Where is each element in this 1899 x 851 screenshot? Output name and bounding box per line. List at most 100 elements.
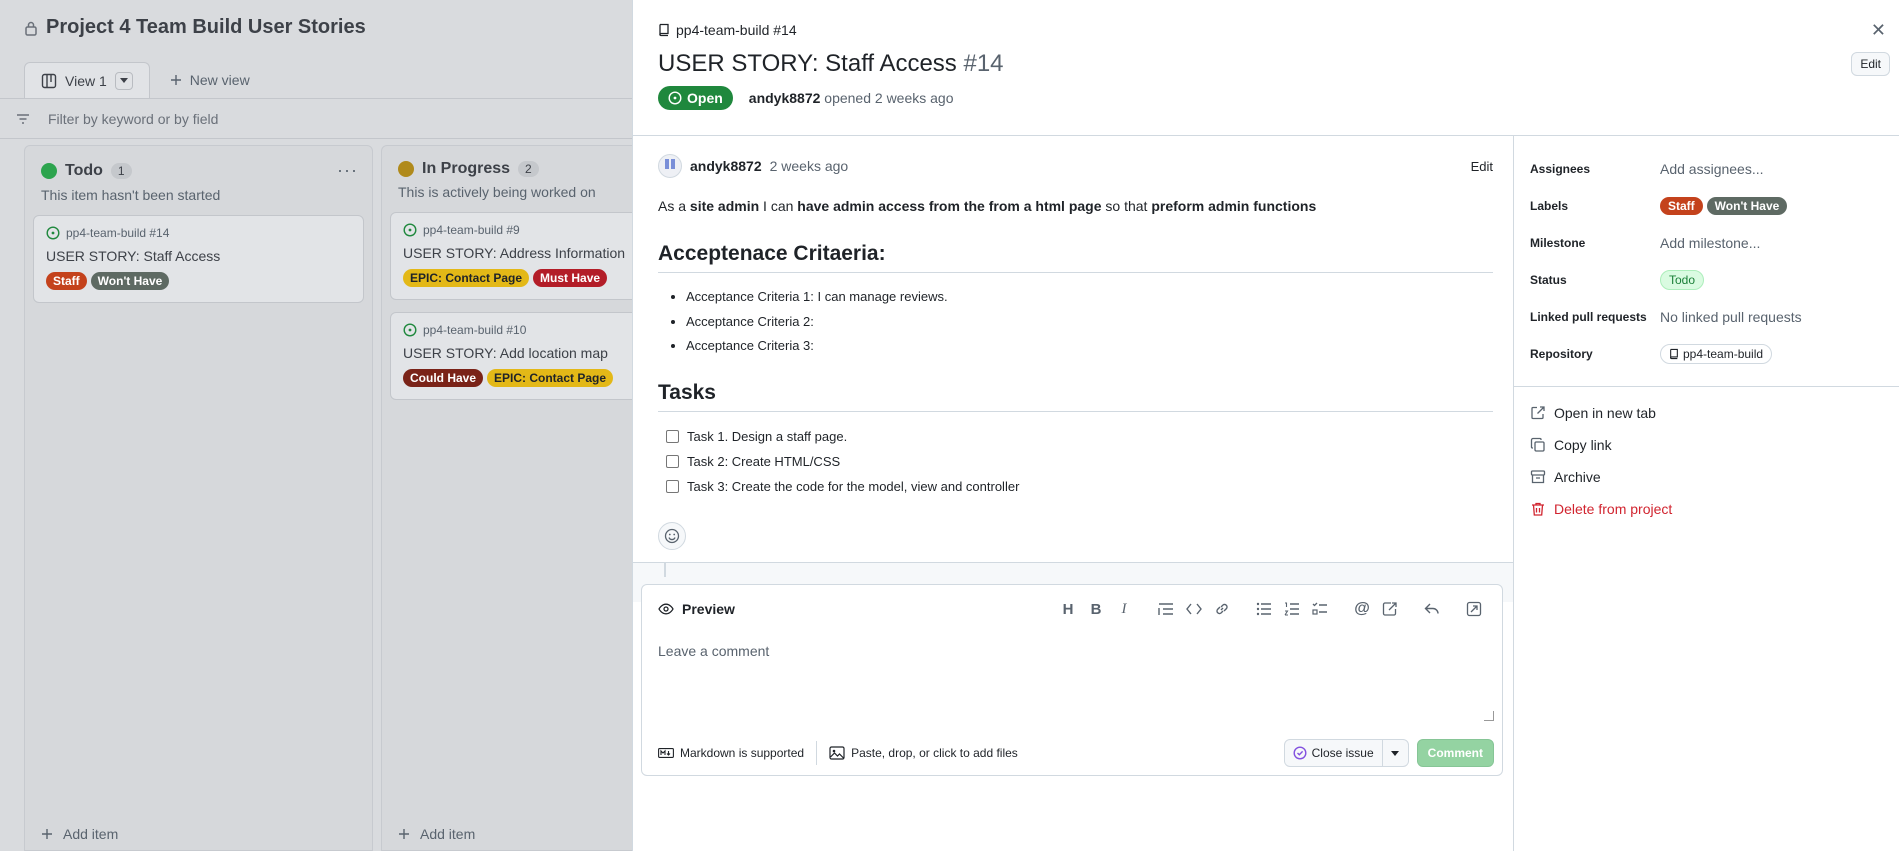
filter-input[interactable]: Filter by keyword or by field bbox=[48, 111, 218, 127]
add-item-label: Add item bbox=[420, 826, 476, 842]
column-todo: Todo 1 ··· This item hasn't been started… bbox=[24, 145, 373, 851]
field-label: Repository bbox=[1530, 346, 1593, 361]
board-card[interactable]: pp4-team-build #14 USER STORY: Staff Acc… bbox=[33, 215, 364, 303]
task-list-icon[interactable] bbox=[1306, 595, 1334, 623]
repository-value[interactable]: pp4-team-build bbox=[1660, 343, 1773, 364]
list-item: Acceptance Criteria 3: bbox=[686, 334, 1493, 359]
issue-open-icon bbox=[403, 223, 417, 237]
assignees-value[interactable]: Add assignees... bbox=[1660, 161, 1764, 177]
archive-action[interactable]: Archive bbox=[1530, 461, 1899, 493]
text-fragment: site admin bbox=[689, 198, 760, 214]
panel-header: pp4-team-build #14 USER STORY: Staff Acc… bbox=[633, 0, 1899, 136]
card-title[interactable]: USER STORY: Address Information bbox=[403, 245, 659, 261]
mention-icon[interactable]: @ bbox=[1348, 595, 1376, 623]
labels-value[interactable]: Staff Won't Have bbox=[1660, 196, 1788, 215]
column-name: In Progress bbox=[422, 160, 511, 177]
field-labels[interactable]: Labels Staff Won't Have bbox=[1530, 187, 1899, 224]
plus-icon bbox=[170, 74, 182, 86]
quote-icon[interactable] bbox=[1152, 595, 1180, 623]
edit-comment-button[interactable]: Edit bbox=[1471, 159, 1493, 174]
issue-main: andyk8872 2 weeks ago Edit As a site adm… bbox=[633, 136, 1513, 851]
field-assignees[interactable]: Assignees Add assignees... bbox=[1530, 150, 1899, 187]
comment-textarea[interactable]: Leave a comment bbox=[648, 633, 1496, 723]
label-badge: Must Have bbox=[533, 269, 608, 287]
criteria-list: Acceptance Criteria 1: I can manage revi… bbox=[658, 285, 1493, 359]
task-list: Task 1. Design a staff page. Task 2: Cre… bbox=[658, 424, 1493, 499]
repo-reference[interactable]: pp4-team-build #14 bbox=[658, 22, 797, 38]
card-ref: pp4-team-build #14 bbox=[46, 226, 351, 240]
task-checkbox[interactable] bbox=[666, 454, 679, 468]
action-label: Open in new tab bbox=[1554, 405, 1656, 421]
add-item-button[interactable]: Add item bbox=[41, 826, 118, 842]
open-in-new-tab-action[interactable]: Open in new tab bbox=[1530, 397, 1899, 429]
card-title[interactable]: USER STORY: Staff Access bbox=[46, 248, 351, 264]
comment-button[interactable]: Comment bbox=[1416, 739, 1494, 767]
close-issue-button[interactable]: Close issue bbox=[1285, 740, 1382, 766]
label-badge: Staff bbox=[46, 272, 87, 290]
italic-icon[interactable]: I bbox=[1110, 595, 1138, 623]
edit-title-button[interactable]: Edit bbox=[1851, 52, 1890, 76]
fullscreen-icon[interactable] bbox=[1460, 595, 1488, 623]
bold-icon[interactable]: B bbox=[1082, 595, 1110, 623]
attach-files[interactable]: Paste, drop, or click to add files bbox=[829, 746, 1018, 760]
issue-state-row: Open andyk8872 opened 2 weeks ago bbox=[658, 86, 954, 110]
reply-icon[interactable] bbox=[1418, 595, 1446, 623]
task-item: Task 1. Design a staff page. bbox=[666, 424, 1493, 449]
repository-pill[interactable]: pp4-team-build bbox=[1660, 343, 1773, 364]
trash-icon bbox=[1530, 501, 1546, 517]
divider bbox=[0, 138, 640, 139]
kebab-menu-icon[interactable]: ··· bbox=[337, 160, 358, 181]
preview-label: Preview bbox=[682, 601, 735, 617]
issue-open-icon bbox=[46, 226, 60, 240]
author-link[interactable]: andyk8872 bbox=[749, 90, 821, 106]
smiley-icon bbox=[664, 528, 680, 544]
plus-icon bbox=[41, 828, 53, 840]
card-title[interactable]: USER STORY: Add location map bbox=[403, 345, 659, 361]
task-checkbox[interactable] bbox=[666, 479, 679, 493]
chevron-down-icon[interactable] bbox=[114, 71, 133, 90]
task-checkbox[interactable] bbox=[666, 429, 679, 443]
tab-label: View 1 bbox=[65, 72, 107, 89]
board-card[interactable]: pp4-team-build #10 USER STORY: Add locat… bbox=[390, 312, 672, 400]
add-item-button[interactable]: Add item bbox=[398, 826, 475, 842]
field-repository[interactable]: Repository pp4-team-build bbox=[1530, 335, 1899, 372]
markdown-hint[interactable]: Markdown is supported bbox=[658, 746, 804, 760]
issue-closed-icon bbox=[1293, 746, 1307, 760]
view-tabs: View 1 New view bbox=[24, 62, 258, 98]
status-value[interactable]: Todo bbox=[1660, 269, 1705, 290]
comment-author[interactable]: andyk8872 bbox=[690, 158, 762, 174]
link-icon[interactable] bbox=[1208, 595, 1236, 623]
add-reaction-button[interactable] bbox=[658, 522, 686, 550]
issue-open-icon bbox=[668, 91, 682, 105]
card-ref-text: pp4-team-build #10 bbox=[423, 323, 527, 337]
heading-icon[interactable]: H bbox=[1054, 595, 1082, 623]
comment-time[interactable]: 2 weeks ago bbox=[770, 158, 849, 174]
copy-link-action[interactable]: Copy link bbox=[1530, 429, 1899, 461]
cross-reference-icon[interactable] bbox=[1376, 595, 1404, 623]
issue-side-panel: pp4-team-build #14 USER STORY: Staff Acc… bbox=[632, 0, 1899, 851]
new-view-button[interactable]: New view bbox=[162, 62, 258, 98]
preview-toggle[interactable]: Preview bbox=[658, 601, 735, 617]
milestone-value[interactable]: Add milestone... bbox=[1660, 235, 1760, 251]
close-icon[interactable]: ✕ bbox=[1871, 20, 1886, 41]
card-ref-text: pp4-team-build #9 bbox=[423, 223, 520, 237]
field-status[interactable]: Status Todo bbox=[1530, 261, 1899, 298]
new-view-label: New view bbox=[189, 72, 250, 88]
tab-view-1[interactable]: View 1 bbox=[24, 62, 150, 98]
editor-toolbar: Preview H B I @ bbox=[642, 585, 1502, 633]
ordered-list-icon[interactable] bbox=[1278, 595, 1306, 623]
resize-handle[interactable] bbox=[1484, 711, 1494, 721]
filter-bar[interactable]: Filter by keyword or by field bbox=[0, 99, 640, 139]
delete-from-project-action[interactable]: Delete from project bbox=[1530, 493, 1899, 525]
archive-icon bbox=[1530, 469, 1546, 485]
field-milestone[interactable]: Milestone Add milestone... bbox=[1530, 224, 1899, 261]
unordered-list-icon[interactable] bbox=[1250, 595, 1278, 623]
status-badge: Open bbox=[658, 86, 733, 110]
column-name: Todo bbox=[65, 161, 103, 179]
status-badge: Todo bbox=[1660, 269, 1705, 290]
markdown-label: Markdown is supported bbox=[680, 746, 805, 760]
code-icon[interactable] bbox=[1180, 595, 1208, 623]
avatar[interactable] bbox=[658, 154, 682, 178]
board-card[interactable]: pp4-team-build #9 USER STORY: Address In… bbox=[390, 212, 672, 300]
chevron-down-icon[interactable] bbox=[1381, 740, 1408, 766]
